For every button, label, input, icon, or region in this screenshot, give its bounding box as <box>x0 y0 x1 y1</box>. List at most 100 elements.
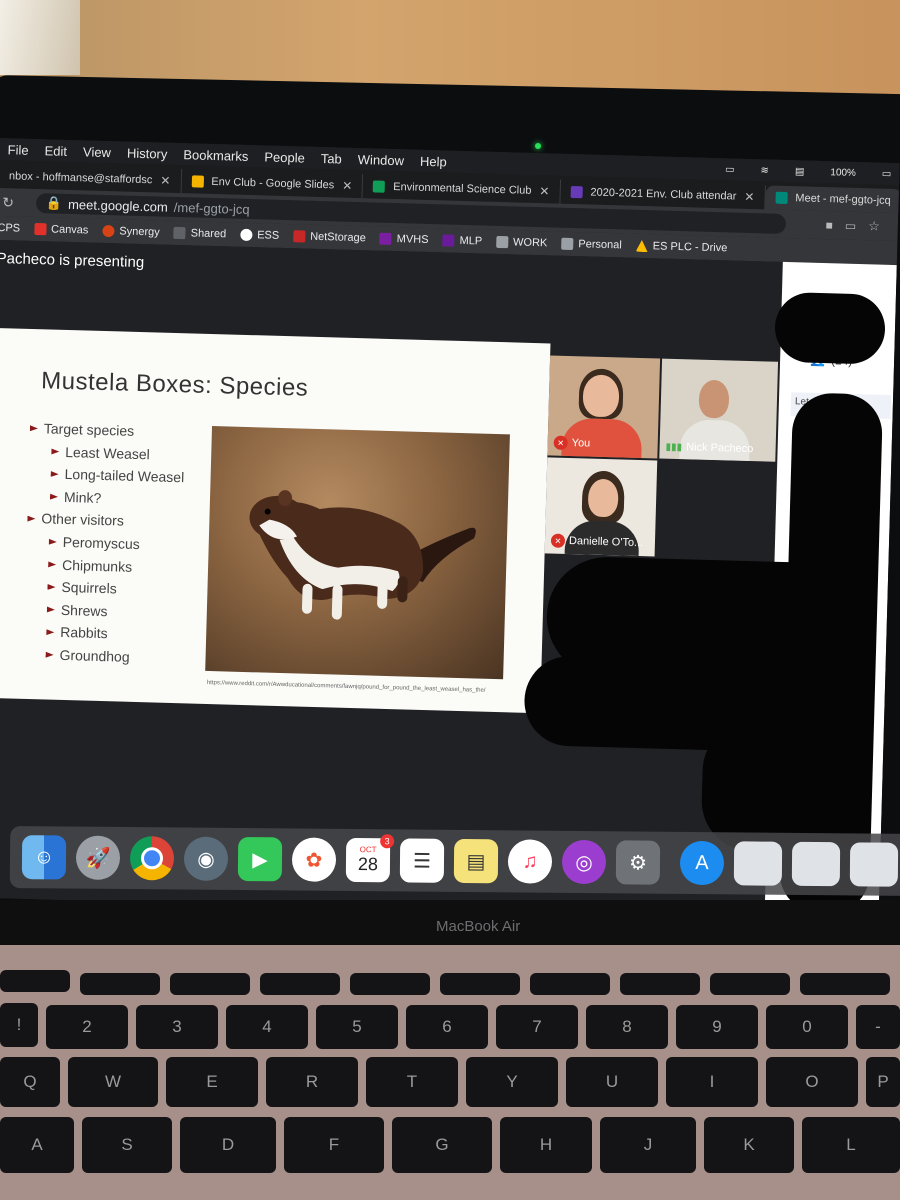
bookmark-canvas[interactable]: Canvas <box>33 222 89 237</box>
reload-icon[interactable]: ↻ <box>2 194 14 211</box>
participant-tile[interactable]: ▮▮▮ Nick Pacheco <box>659 358 779 462</box>
participant-tile[interactable]: ✕ Danielle O'To... <box>544 457 658 557</box>
key-fn-row[interactable] <box>530 973 610 995</box>
cast-icon[interactable]: ▭ <box>845 219 857 233</box>
key-fn-row[interactable] <box>0 970 70 992</box>
bullet-text: Long-tailed Weasel <box>64 466 185 486</box>
key-number[interactable]: 7 <box>496 1005 578 1049</box>
key-letter[interactable]: E <box>166 1057 258 1107</box>
key-number[interactable]: 9 <box>676 1005 758 1049</box>
app-store-icon[interactable]: A <box>679 840 725 886</box>
bullet-arrow-icon <box>46 629 54 635</box>
slides-icon <box>191 175 204 188</box>
key-letter[interactable]: G <box>392 1117 492 1173</box>
menu-edit[interactable]: Edit <box>44 143 67 159</box>
podcasts-icon[interactable]: ◎ <box>561 839 607 885</box>
music-icon[interactable]: ♫ <box>507 839 553 884</box>
key-letter[interactable]: Y <box>466 1057 558 1107</box>
key-number[interactable]: ! <box>0 1003 38 1047</box>
bookmark-mlp[interactable]: MLP <box>442 234 482 248</box>
close-icon[interactable]: ✕ <box>342 179 352 193</box>
bookmark-mvhs[interactable]: MVHS <box>379 232 429 246</box>
key-letter[interactable]: J <box>600 1117 696 1173</box>
bookmark-personal[interactable]: Personal <box>561 237 622 251</box>
key-letter[interactable]: T <box>366 1057 458 1107</box>
system-preferences-icon[interactable]: ⚙ <box>615 840 661 885</box>
bookmark-work[interactable]: WORK <box>495 235 548 249</box>
key-letter[interactable]: P <box>866 1057 900 1107</box>
close-icon[interactable]: ✕ <box>744 190 754 204</box>
bookmark-synergy[interactable]: Synergy <box>102 224 160 238</box>
key-fn-row[interactable] <box>710 973 790 995</box>
calendar-icon[interactable]: OCT 28 3 <box>345 834 395 883</box>
key-number[interactable]: 4 <box>226 1005 308 1049</box>
menu-file[interactable]: File <box>7 142 28 158</box>
key-letter[interactable]: F <box>284 1117 384 1173</box>
finder-icon[interactable]: ☺ <box>21 835 67 880</box>
key-fn-row[interactable] <box>350 973 430 995</box>
star-icon[interactable]: ☆ <box>868 218 880 234</box>
key-number[interactable]: 3 <box>136 1005 218 1049</box>
airplay-icon[interactable]: ▭ <box>725 164 735 175</box>
key-letter[interactable]: A <box>0 1117 74 1173</box>
menu-people[interactable]: People <box>264 149 305 165</box>
key-letter[interactable]: S <box>82 1117 172 1173</box>
wifi-icon[interactable]: ≋ <box>760 165 769 176</box>
chrome-icon[interactable] <box>129 836 175 881</box>
reminders-icon[interactable]: ☰ <box>399 838 445 883</box>
key-letter[interactable]: I <box>666 1057 758 1107</box>
photos-icon[interactable]: ✿ <box>291 837 337 882</box>
key-number[interactable]: 5 <box>316 1005 398 1049</box>
key-fn-row[interactable] <box>800 973 890 995</box>
key-number[interactable]: - <box>856 1005 900 1049</box>
key-fn-row[interactable] <box>620 973 700 995</box>
bookmark-cps[interactable]: CPS <box>0 222 20 235</box>
stickies-icon[interactable]: ▤ <box>453 838 499 884</box>
netstorage-icon <box>292 230 306 243</box>
bullet-arrow-icon <box>47 584 55 590</box>
launchpad-icon[interactable]: 🚀 <box>75 835 121 880</box>
key-letter[interactable]: W <box>68 1057 158 1107</box>
flag-icon[interactable]: ▤ <box>795 166 805 177</box>
bookmark-netstorage[interactable]: NetStorage <box>292 230 366 244</box>
key-letter[interactable]: Q <box>0 1057 60 1107</box>
chrome-window-thumbnail[interactable] <box>733 841 783 886</box>
key-fn-row[interactable] <box>260 973 340 995</box>
menu-view[interactable]: View <box>83 144 111 160</box>
key-fn-row[interactable] <box>440 973 520 995</box>
menu-help[interactable]: Help <box>420 153 447 169</box>
camera-permission-icon[interactable]: ■ <box>825 218 833 232</box>
facetime-icon[interactable]: ▶ <box>237 837 283 882</box>
chrome-window-thumbnail[interactable] <box>849 842 899 887</box>
bullet-arrow-icon <box>30 425 38 431</box>
key-fn-row[interactable] <box>80 973 160 995</box>
bullet-text: Squirrels <box>61 579 117 597</box>
battery-icon[interactable]: ▭ <box>882 168 892 179</box>
key-letter[interactable]: D <box>180 1117 276 1173</box>
battery-percent[interactable]: 100% <box>830 167 856 179</box>
chrome-window-thumbnail[interactable] <box>791 841 841 887</box>
key-letter[interactable]: U <box>566 1057 658 1107</box>
menu-history[interactable]: History <box>127 145 168 161</box>
participant-tile[interactable]: ✕ You <box>547 355 661 459</box>
menu-window[interactable]: Window <box>358 152 405 168</box>
bookmark-es-plc[interactable]: ES PLC - Drive <box>636 240 727 254</box>
key-letter[interactable]: H <box>500 1117 592 1173</box>
close-icon[interactable]: ✕ <box>160 173 170 187</box>
key-number[interactable]: 8 <box>586 1005 668 1049</box>
close-icon[interactable]: ✕ <box>539 184 549 198</box>
key-number[interactable]: 6 <box>406 1005 488 1049</box>
menu-bookmarks[interactable]: Bookmarks <box>183 147 248 164</box>
bookmark-shared[interactable]: Shared <box>173 226 226 240</box>
key-number[interactable]: 2 <box>46 1005 128 1049</box>
key-letter[interactable]: K <box>704 1117 794 1173</box>
bookmark-ess[interactable]: ESS <box>239 228 279 242</box>
key-letter[interactable]: O <box>766 1057 858 1107</box>
bookmark-label: CPS <box>0 221 21 235</box>
key-fn-row[interactable] <box>170 973 250 995</box>
menu-tab[interactable]: Tab <box>321 150 342 166</box>
key-letter[interactable]: R <box>266 1057 358 1107</box>
key-number[interactable]: 0 <box>766 1005 848 1049</box>
screen-recorder-icon[interactable]: ◉ <box>183 836 229 881</box>
key-letter[interactable]: L <box>802 1117 900 1173</box>
